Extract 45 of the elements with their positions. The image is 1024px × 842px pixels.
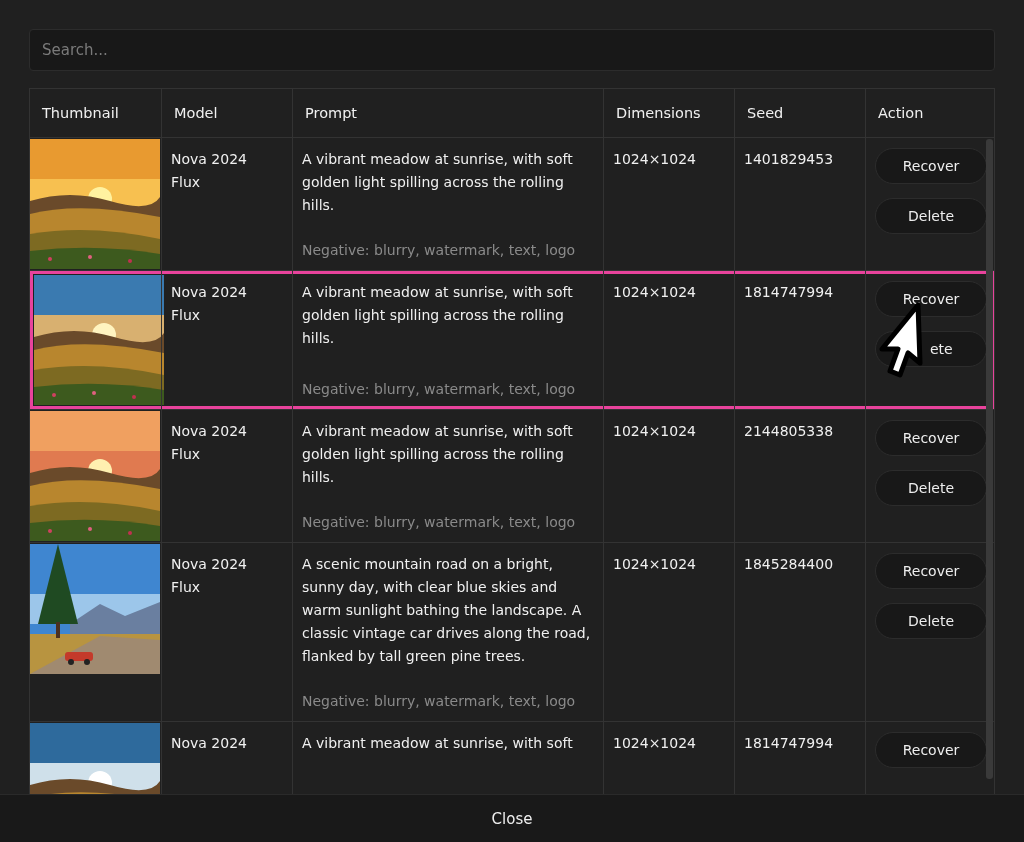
table-row[interactable]: Nova 2024 Flux A vibrant meadow at sunrise, with soft golden light spilling across the rolling hills. Negative: blurry, watermark, text, logo 1024×1024 1401829453 Recover Delete [30, 138, 994, 271]
delete-button[interactable]: Delete [875, 603, 987, 639]
table-cell-text: 2144805338 [744, 422, 835, 441]
scrollbar[interactable] [986, 139, 993, 779]
table-cell-text: 1401829453 [744, 150, 835, 169]
column-header: Thumbnail [41, 104, 120, 123]
table-cell-text: Nova 2024 [171, 734, 248, 753]
table-cell-text: A vibrant meadow at sunrise, with soft golden light spilling across the rolling hills. [302, 283, 574, 348]
table-row[interactable]: Nova 2024 Flux A vibrant meadow at sunrise, with soft golden light spilling across the rolling hills. Negative: blurry, watermark, text, logo 1024×1024 1814747994 Recover ete [30, 271, 994, 410]
table-cell-text: 1814747994 [744, 283, 835, 302]
table-cell-text: Nova 2024 Flux [171, 422, 248, 464]
column-header: Prompt [292, 89, 603, 137]
table-cell-text: 1024×1024 [613, 283, 697, 302]
table-cell-text: 1024×1024 [613, 555, 697, 574]
negative-prompt: Negative: blurry, watermark, text, logo [302, 692, 577, 711]
table-cell-text: A vibrant meadow at sunrise, with soft [302, 734, 574, 753]
table-cell-text: A vibrant meadow at sunrise, with soft golden light spilling across the rolling hills. [302, 150, 574, 215]
recover-button[interactable]: Recover [875, 732, 987, 768]
negative-prompt: Negative: blurry, watermark, text, logo [302, 513, 577, 532]
column-header: Seed [734, 89, 865, 137]
table-cell-text: Nova 2024 Flux [171, 283, 248, 325]
table-cell-text: 1845284400 [744, 555, 835, 574]
close-button[interactable]: Close [479, 803, 545, 834]
search-field[interactable]: Search... [29, 29, 995, 71]
table-cell-text: 1024×1024 [613, 150, 697, 169]
table-cell-text: 1024×1024 [613, 422, 697, 441]
table-row[interactable]: Nova 2024 Flux A vibrant meadow at sunrise, with soft golden light spilling across the rolling hills. Negative: blurry, watermark, text, logo 1024×1024 2144805338 Recover Delete [30, 410, 994, 543]
negative-prompt: Negative: blurry, watermark, text, logo [302, 241, 577, 260]
recover-button[interactable]: Recover [875, 281, 987, 317]
table-cell-text: Nova 2024 Flux [171, 150, 248, 192]
column-header: Dimensions [603, 89, 734, 137]
negative-prompt: Negative: blurry, watermark, text, logo [302, 380, 577, 399]
column-header: Model [161, 89, 292, 137]
delete-button[interactable]: Delete [875, 470, 987, 506]
table-cell-text: A vibrant meadow at sunrise, with soft golden light spilling across the rolling hills. [302, 422, 574, 487]
recover-button[interactable]: Recover [875, 420, 987, 456]
delete-button[interactable]: Delete [875, 198, 987, 234]
table-row[interactable] [30, 543, 994, 722]
recover-button[interactable]: Recover [875, 148, 987, 184]
column-header: Action [865, 89, 994, 137]
table-cell-text: 1024×1024 [613, 734, 697, 753]
recover-button[interactable]: Recover [875, 553, 987, 589]
table-cell-text: 1814747994 [744, 734, 835, 753]
table-cell-text: A scenic mountain road on a bright, sunny day, with clear blue skies and warm sunlight bathing the landscape. A classic vintage car drives along the road, flanked by tall green pine trees. [302, 555, 592, 666]
table-cell-text: Nova 2024 Flux [171, 555, 248, 597]
